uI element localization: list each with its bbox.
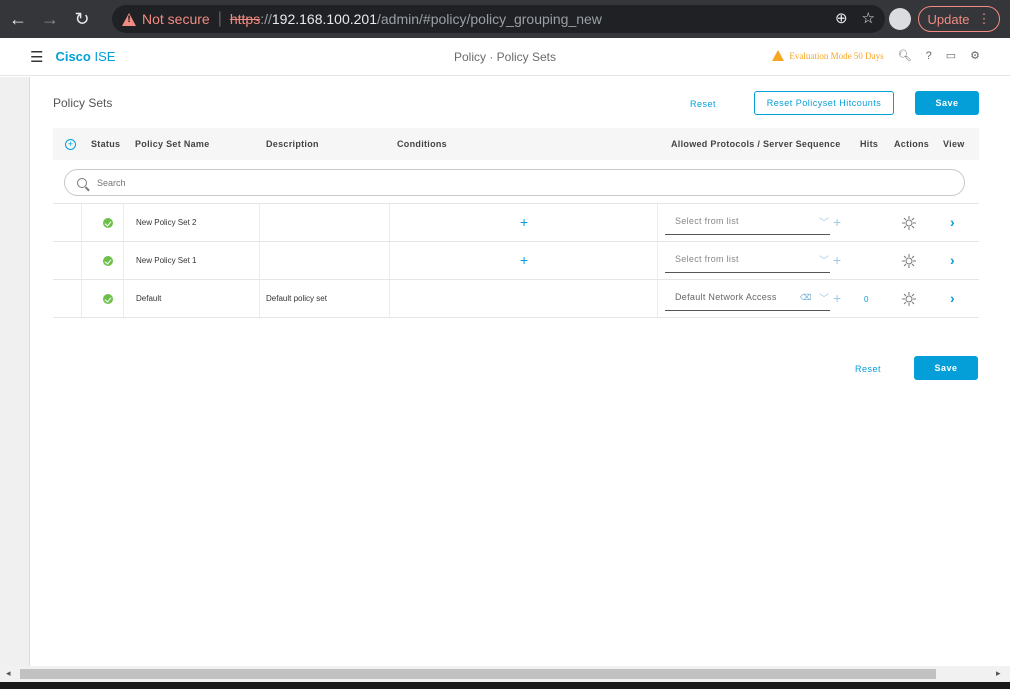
search-icon[interactable]: 🔍︎ bbox=[898, 49, 912, 62]
chevron-down-icon[interactable]: ﹀ bbox=[819, 252, 829, 267]
app-page: ☰ Cisco ISE Policy · Policy Sets Evaluat… bbox=[0, 38, 1010, 666]
gear-icon[interactable]: ⚙ bbox=[970, 49, 980, 62]
cell-divider bbox=[81, 204, 82, 241]
cell-divider bbox=[389, 242, 390, 279]
gear-icon[interactable] bbox=[901, 253, 917, 269]
gear-icon[interactable] bbox=[901, 291, 917, 307]
url-path: /admin/#policy/policy_grouping_new bbox=[377, 11, 602, 27]
bottom-save-button[interactable]: Save bbox=[914, 356, 978, 380]
cell-divider bbox=[389, 280, 390, 317]
status-enabled-icon[interactable] bbox=[103, 294, 113, 304]
add-protocol-icon[interactable]: + bbox=[833, 252, 841, 268]
cell-divider bbox=[81, 280, 82, 317]
reload-icon[interactable]: ↻ bbox=[68, 9, 96, 30]
chevron-right-icon[interactable]: › bbox=[950, 252, 955, 268]
search-input[interactable] bbox=[97, 177, 917, 188]
horizontal-scrollbar[interactable]: ◂ ▸ bbox=[0, 666, 1010, 682]
left-rail bbox=[0, 77, 30, 666]
scroll-right-icon[interactable]: ▸ bbox=[996, 668, 1001, 679]
zoom-icon[interactable]: ⊕ bbox=[835, 9, 848, 27]
cell-divider bbox=[123, 280, 124, 317]
save-button[interactable]: Save bbox=[915, 91, 979, 115]
url-separator: :// bbox=[260, 11, 272, 27]
policy-set-name[interactable]: New Policy Set 1 bbox=[136, 256, 196, 265]
help-icon[interactable]: ? bbox=[926, 50, 932, 62]
cell-divider bbox=[389, 204, 390, 241]
status-enabled-icon[interactable] bbox=[103, 218, 113, 228]
add-protocol-icon[interactable]: + bbox=[833, 290, 841, 306]
url-host: 192.168.100.201 bbox=[271, 11, 377, 27]
chevron-down-icon[interactable]: ﹀ bbox=[819, 214, 829, 229]
update-button[interactable]: Update ⋮ bbox=[918, 6, 1000, 32]
back-arrow-icon[interactable]: ← bbox=[4, 9, 32, 30]
cell-divider bbox=[259, 204, 260, 241]
clear-icon[interactable]: ⌫ bbox=[800, 293, 811, 302]
cell-divider bbox=[657, 204, 658, 241]
column-header-actions: Actions bbox=[894, 139, 930, 149]
add-condition-icon[interactable]: + bbox=[520, 214, 528, 230]
table-row[interactable]: Default Default policy set Default Netwo… bbox=[53, 280, 979, 318]
policy-set-name[interactable]: Default bbox=[136, 294, 161, 303]
kebab-menu-icon: ⋮ bbox=[977, 11, 991, 26]
evaluation-badge[interactable]: Evaluation Mode 50 Days bbox=[772, 50, 884, 61]
column-header-hits: Hits bbox=[860, 139, 879, 149]
cell-divider bbox=[123, 242, 124, 279]
column-header-protocols: Allowed Protocols / Server Sequence bbox=[671, 139, 841, 149]
cell-divider bbox=[123, 204, 124, 241]
profile-avatar[interactable] bbox=[889, 8, 911, 30]
column-header-view: View bbox=[943, 139, 965, 149]
bookmark-star-icon[interactable]: ☆ bbox=[862, 9, 875, 27]
status-enabled-icon[interactable] bbox=[103, 256, 113, 266]
chevron-down-icon[interactable]: ﹀ bbox=[819, 290, 829, 305]
not-secure-label: Not secure bbox=[142, 11, 210, 27]
add-policy-set-icon[interactable]: + bbox=[65, 139, 76, 150]
forward-arrow-icon[interactable]: → bbox=[36, 9, 64, 30]
reset-hitcounts-button[interactable]: Reset Policyset Hitcounts bbox=[754, 91, 894, 115]
reset-button[interactable]: Reset bbox=[690, 99, 716, 109]
browser-toolbar: ← → ↻ Not secure | https :// 192.168.100… bbox=[0, 0, 1010, 38]
evaluation-text: Evaluation Mode 50 Days bbox=[789, 50, 884, 61]
policy-set-name[interactable]: New Policy Set 2 bbox=[136, 218, 196, 227]
column-header-status: Status bbox=[91, 139, 121, 149]
cell-divider bbox=[259, 280, 260, 317]
chevron-right-icon[interactable]: › bbox=[950, 214, 955, 230]
table-row[interactable]: New Policy Set 1 + Select from list ﹀ + … bbox=[53, 242, 979, 280]
hits-value: 0 bbox=[864, 295, 869, 304]
table-row[interactable]: New Policy Set 2 + Select from list ﹀ + … bbox=[53, 204, 979, 242]
url-scheme: https bbox=[229, 11, 261, 27]
table-header: + Status Policy Set Name Description Con… bbox=[53, 128, 979, 160]
taskbar bbox=[0, 682, 1010, 689]
cell-divider bbox=[259, 242, 260, 279]
column-header-name: Policy Set Name bbox=[135, 139, 210, 149]
update-label: Update bbox=[927, 11, 970, 27]
hamburger-menu-icon[interactable]: ☰ bbox=[30, 48, 43, 66]
protocol-select[interactable]: Select from list bbox=[665, 211, 830, 235]
add-condition-icon[interactable]: + bbox=[520, 252, 528, 268]
chevron-right-icon[interactable]: › bbox=[950, 290, 955, 306]
cell-divider bbox=[81, 242, 82, 279]
column-header-conditions: Conditions bbox=[397, 139, 447, 149]
protocol-select[interactable]: Select from list bbox=[665, 249, 830, 273]
omnibox-separator: | bbox=[217, 10, 222, 27]
search-row bbox=[53, 160, 979, 204]
policy-sets-table: + Status Policy Set Name Description Con… bbox=[53, 128, 979, 318]
add-protocol-icon[interactable]: + bbox=[833, 214, 841, 230]
warning-icon bbox=[772, 50, 785, 61]
brand-logo[interactable]: Cisco ISE bbox=[55, 49, 115, 64]
policy-set-description[interactable]: Default policy set bbox=[266, 294, 327, 303]
app-header: ☰ Cisco ISE Policy · Policy Sets Evaluat… bbox=[0, 38, 1010, 76]
search-box[interactable] bbox=[64, 169, 965, 196]
cell-divider bbox=[657, 280, 658, 317]
gear-icon[interactable] bbox=[901, 215, 917, 231]
bottom-reset-button[interactable]: Reset bbox=[855, 364, 881, 374]
address-bar[interactable]: Not secure | https :// 192.168.100.201 /… bbox=[112, 5, 885, 33]
scroll-left-icon[interactable]: ◂ bbox=[6, 668, 11, 679]
cell-divider bbox=[657, 242, 658, 279]
section-title: Policy Sets bbox=[53, 96, 113, 110]
column-header-description: Description bbox=[266, 139, 319, 149]
search-icon bbox=[77, 177, 87, 188]
scrollbar-thumb[interactable] bbox=[20, 669, 936, 679]
warning-icon bbox=[122, 12, 136, 26]
notifications-icon[interactable]: ▭ bbox=[946, 49, 956, 62]
